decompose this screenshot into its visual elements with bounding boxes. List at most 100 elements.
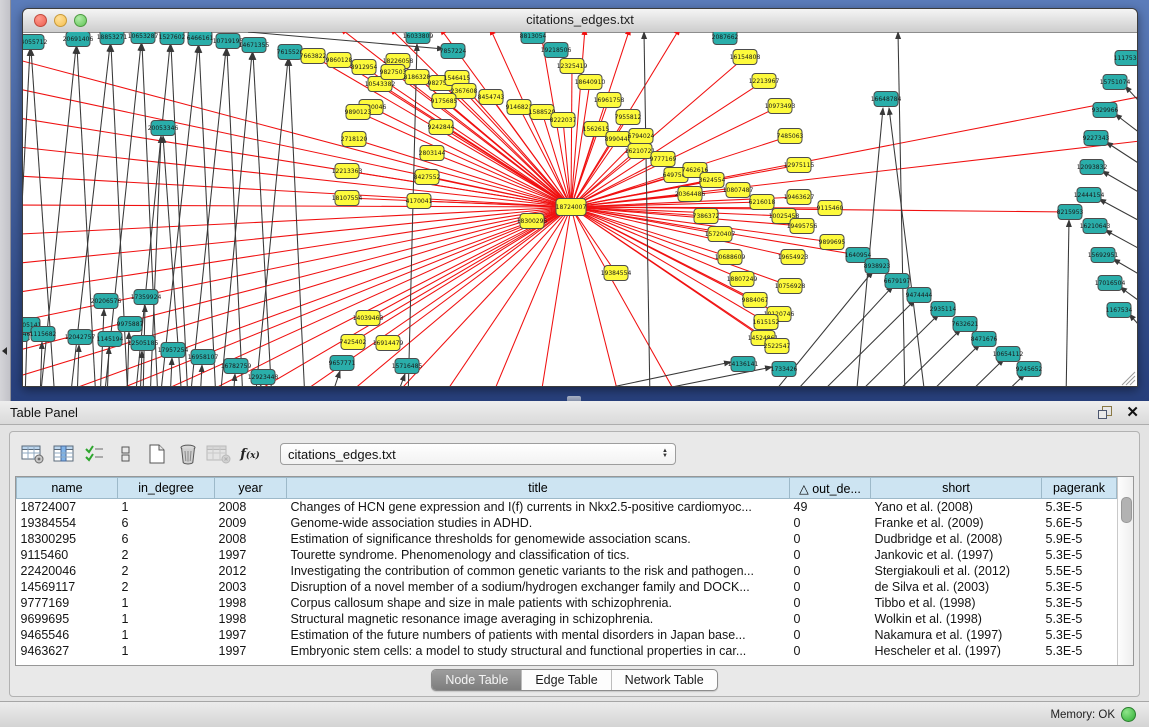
column-header-in_degree[interactable]: in_degree — [118, 478, 215, 499]
tab-edge-table[interactable]: Edge Table — [522, 670, 611, 690]
table-panel: Table Panel ✕ — [0, 401, 1149, 701]
cell-year: 1998 — [215, 611, 287, 627]
cell-title: Investigating the contribution of common… — [287, 563, 790, 579]
cell-name: 22420046 — [17, 563, 118, 579]
cell-out_degree: 0 — [790, 563, 871, 579]
tab-node-table[interactable]: Node Table — [432, 670, 522, 690]
cell-title: Tourette syndrome. Phenomenology and cla… — [287, 547, 790, 563]
cell-year: 1997 — [215, 627, 287, 643]
control-panel-edge — [0, 0, 11, 401]
column-header-title[interactable]: title — [287, 478, 790, 499]
table-row[interactable]: 977716911998Corpus callosum shape and si… — [17, 595, 1117, 611]
table-row[interactable]: 969969511998Structural magnetic resonanc… — [17, 611, 1117, 627]
cell-in_degree: 6 — [118, 531, 215, 547]
rows-icon[interactable] — [113, 441, 139, 467]
table-row[interactable]: 946554611997Estimation of the future num… — [17, 627, 1117, 643]
cell-in_degree: 6 — [118, 515, 215, 531]
row-selection-icon[interactable] — [82, 441, 108, 467]
cell-year: 2003 — [215, 579, 287, 595]
column-header-pagerank[interactable]: pagerank — [1042, 478, 1117, 499]
cell-name: 19384554 — [17, 515, 118, 531]
close-panel-icon[interactable]: ✕ — [1126, 406, 1139, 420]
panel-collapse-arrow-icon[interactable] — [2, 347, 7, 355]
table-row[interactable]: 1872400712008Changes of HCN gene express… — [17, 499, 1117, 516]
cell-title: Genome-wide association studies in ADHD. — [287, 515, 790, 531]
cell-short: Yano et al. (2008) — [871, 499, 1042, 516]
table-row[interactable]: 1456911722003Disruption of a novel membe… — [17, 579, 1117, 595]
cell-out_degree: 49 — [790, 499, 871, 516]
window-close-button[interactable] — [34, 14, 47, 27]
table-row[interactable]: 946362711997Embryonic stem cells: a mode… — [17, 643, 1117, 659]
node-table-body: 1872400712008Changes of HCN gene express… — [17, 499, 1117, 660]
cell-name: 9115460 — [17, 547, 118, 563]
traffic-lights — [34, 14, 87, 27]
float-panel-icon[interactable] — [1098, 406, 1112, 419]
cell-pagerank: 5.3E-5 — [1042, 611, 1117, 627]
table-row[interactable]: 911546021997Tourette syndrome. Phenomeno… — [17, 547, 1117, 563]
table-panel-inner: f(x) citations_edges.txt ▲▼ namein_degre… — [9, 431, 1140, 697]
column-header-out_degree[interactable]: △ out_de... — [790, 478, 871, 499]
function-builder-icon[interactable]: f(x) — [237, 441, 263, 467]
cell-pagerank: 5.3E-5 — [1042, 547, 1117, 563]
cell-short: de Silva et al. (2003) — [871, 579, 1042, 595]
cell-short: Dudbridge et al. (2008) — [871, 531, 1042, 547]
delete-column-icon — [206, 441, 232, 467]
cell-pagerank: 5.3E-5 — [1042, 499, 1117, 516]
dropdown-arrows-icon: ▲▼ — [662, 449, 668, 459]
cell-year: 2012 — [215, 563, 287, 579]
cell-year: 1997 — [215, 643, 287, 659]
table-row[interactable]: 1830029562008Estimation of significance … — [17, 531, 1117, 547]
cell-name: 9463627 — [17, 643, 118, 659]
cell-name: 14569117 — [17, 579, 118, 595]
new-table-icon[interactable] — [144, 441, 170, 467]
node-table-header-row: namein_degreeyeartitle△ out_de...shortpa… — [17, 478, 1117, 499]
cell-out_degree: 0 — [790, 515, 871, 531]
table-row[interactable]: 2242004622012Investigating the contribut… — [17, 563, 1117, 579]
window-minimize-button[interactable] — [54, 14, 67, 27]
split-pane-handle[interactable] — [567, 396, 581, 401]
cell-out_degree: 0 — [790, 547, 871, 563]
cell-title: Structural magnetic resonance image aver… — [287, 611, 790, 627]
cell-year: 1997 — [215, 547, 287, 563]
cell-name: 9777169 — [17, 595, 118, 611]
cell-year: 2009 — [215, 515, 287, 531]
cell-title: Embryonic stem cells: a model to study s… — [287, 643, 790, 659]
tab-network-table[interactable]: Network Table — [612, 670, 717, 690]
column-header-name[interactable]: name — [17, 478, 118, 499]
window-zoom-button[interactable] — [74, 14, 87, 27]
column-visibility-icon[interactable] — [51, 441, 77, 467]
window-title: citations_edges.txt — [23, 9, 1137, 31]
table-select-value: citations_edges.txt — [288, 447, 396, 462]
cell-pagerank: 5.6E-5 — [1042, 515, 1117, 531]
cell-in_degree: 1 — [118, 643, 215, 659]
cell-pagerank: 5.3E-5 — [1042, 627, 1117, 643]
table-select-dropdown[interactable]: citations_edges.txt ▲▼ — [280, 443, 676, 465]
table-panel-header: Table Panel ✕ — [0, 401, 1149, 425]
status-bar: Memory: OK — [0, 701, 1149, 727]
delete-icon[interactable] — [175, 441, 201, 467]
memory-status-label: Memory: OK — [1050, 709, 1115, 721]
cell-pagerank: 5.3E-5 — [1042, 643, 1117, 659]
table-scrollbar[interactable] — [1117, 477, 1133, 665]
cell-in_degree: 2 — [118, 579, 215, 595]
table-tabs: Node TableEdge TableNetwork Table — [10, 669, 1139, 691]
column-header-year[interactable]: year — [215, 478, 287, 499]
table-toolbar: f(x) citations_edges.txt ▲▼ — [10, 432, 1139, 472]
network-window-titlebar[interactable]: citations_edges.txt — [23, 9, 1137, 33]
column-header-short[interactable]: short — [871, 478, 1042, 499]
cell-out_degree: 0 — [790, 643, 871, 659]
cell-year: 1998 — [215, 595, 287, 611]
cell-year: 2008 — [215, 499, 287, 516]
table-row[interactable]: 1938455462009Genome-wide association stu… — [17, 515, 1117, 531]
cell-name: 9465546 — [17, 627, 118, 643]
table-panel-body: f(x) citations_edges.txt ▲▼ namein_degre… — [0, 425, 1149, 700]
cell-in_degree: 1 — [118, 611, 215, 627]
cell-out_degree: 0 — [790, 531, 871, 547]
cell-short: Hescheler et al. (1997) — [871, 643, 1042, 659]
memory-ok-indicator[interactable] — [1121, 707, 1136, 722]
table-scrollbar-thumb[interactable] — [1121, 497, 1132, 523]
cell-short: Tibbo et al. (1998) — [871, 595, 1042, 611]
cell-short: Wolkin et al. (1998) — [871, 611, 1042, 627]
cell-in_degree: 1 — [118, 627, 215, 643]
table-settings-icon[interactable] — [20, 441, 46, 467]
